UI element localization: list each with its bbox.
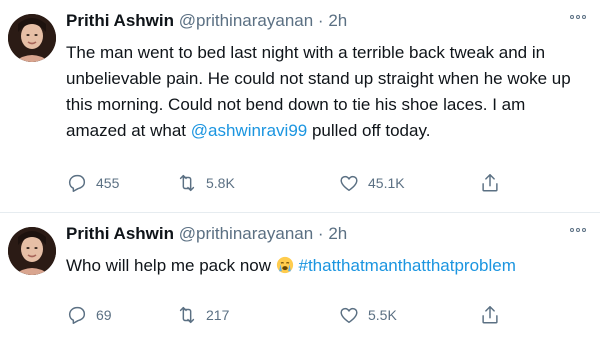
more-icon[interactable] [568, 12, 588, 22]
author-handle[interactable]: @prithinarayanan [179, 11, 313, 30]
retweet-icon [179, 174, 195, 192]
like-count: 45.1K [368, 175, 405, 191]
header-separator: · [317, 224, 324, 243]
tweet[interactable]: Prithi Ashwin @prithinarayanan · 2h Who … [0, 213, 600, 338]
more-icon[interactable] [568, 225, 588, 235]
reply-icon [68, 174, 86, 192]
mention-link[interactable]: @ashwinravi99 [191, 121, 307, 140]
like-button[interactable]: 5.5K [338, 302, 397, 328]
retweet-icon [179, 306, 195, 324]
avatar-image [8, 14, 56, 62]
tweet-text-body: Who will help me pack now [66, 256, 276, 275]
reply-button[interactable]: 455 [66, 170, 119, 196]
like-icon [340, 175, 358, 192]
hashtag-link[interactable]: #thatthatmanthatthatproblem [299, 256, 516, 275]
tweet-header: Prithi Ashwin @prithinarayanan · 2h [66, 10, 560, 32]
header-separator: · [317, 11, 324, 30]
timeline: Prithi Ashwin @prithinarayanan · 2h The … [0, 0, 600, 338]
like-button[interactable]: 45.1K [338, 170, 405, 196]
tweet-text: The man went to bed last night with a te… [66, 40, 584, 144]
author-name[interactable]: Prithi Ashwin [66, 11, 174, 30]
tweet[interactable]: Prithi Ashwin @prithinarayanan · 2h The … [0, 0, 600, 213]
tweet-actions: 455 5.8K 45.1K [66, 170, 506, 196]
share-icon [482, 174, 498, 192]
retweet-count: 217 [206, 307, 230, 323]
tweet-actions: 69 217 5.5K [66, 302, 506, 328]
avatar[interactable] [8, 227, 56, 275]
share-icon [482, 306, 498, 324]
retweet-button[interactable]: 5.8K [176, 170, 235, 196]
share-button[interactable] [479, 170, 501, 196]
reply-count: 69 [96, 307, 112, 323]
retweet-button[interactable]: 217 [176, 302, 229, 328]
avatar[interactable] [8, 14, 56, 62]
retweet-count: 5.8K [206, 175, 235, 191]
tweet-text-tail: pulled off today. [307, 121, 431, 140]
avatar-image [8, 227, 56, 275]
tweet-text: Who will help me pack now #thatthatmanth… [66, 253, 584, 279]
reply-button[interactable]: 69 [66, 302, 112, 328]
reply-count: 455 [96, 175, 120, 191]
tweet-time[interactable]: 2h [328, 224, 347, 243]
share-button[interactable] [479, 302, 501, 328]
reply-icon [68, 306, 86, 324]
like-icon [340, 307, 358, 324]
author-handle[interactable]: @prithinarayanan [179, 224, 313, 243]
tweet-time[interactable]: 2h [328, 11, 347, 30]
like-count: 5.5K [368, 307, 397, 323]
tweet-header: Prithi Ashwin @prithinarayanan · 2h [66, 223, 560, 245]
crying-face-emoji [276, 256, 293, 274]
author-name[interactable]: Prithi Ashwin [66, 224, 174, 243]
